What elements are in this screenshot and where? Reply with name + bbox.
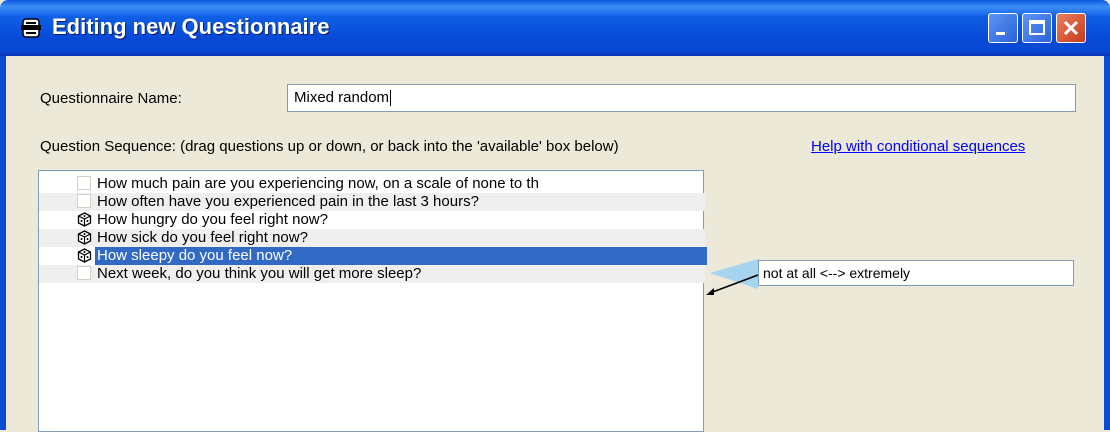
questionnaire-name-value: Mixed random: [294, 89, 390, 106]
question-row-selected[interactable]: How sleepy do you feel now?: [39, 247, 707, 265]
window-title: Editing new Questionnaire: [52, 14, 330, 39]
questionnaire-editor-window: Editing new Questionnaire Questionnaire …: [0, 0, 1110, 432]
question-row[interactable]: Next week, do you think you will get mor…: [39, 265, 705, 283]
question-text: How often have you experienced pain in t…: [97, 193, 479, 210]
question-sequence-list[interactable]: How much pain are you experiencing now, …: [38, 170, 707, 432]
close-icon: [1063, 20, 1079, 36]
answer-connector-arrow: [706, 259, 759, 295]
random-cube-icon: [77, 230, 92, 245]
question-row[interactable]: How hungry do you feel right now?: [39, 211, 705, 229]
questionnaire-name-input[interactable]: Mixed random: [287, 84, 1076, 112]
maximize-button[interactable]: [1022, 13, 1052, 43]
question-row[interactable]: How often have you experienced pain in t…: [39, 193, 705, 211]
maximize-icon: [1029, 20, 1045, 35]
text-cursor: [390, 90, 392, 107]
help-conditional-sequences-link[interactable]: Help with conditional sequences: [811, 138, 1025, 155]
question-sequence-label: Question Sequence: (drag questions up or…: [40, 138, 619, 155]
question-text: How much pain are you experiencing now, …: [97, 175, 539, 192]
title-bar[interactable]: Editing new Questionnaire: [0, 0, 1110, 56]
app-icon: [21, 18, 41, 38]
question-row[interactable]: How much pain are you experiencing now, …: [39, 175, 705, 193]
question-text: How sleepy do you feel now?: [97, 247, 293, 264]
question-checkbox[interactable]: [77, 194, 91, 208]
question-row[interactable]: How sick do you feel right now?: [39, 229, 705, 247]
answer-scale-field[interactable]: not at all <--> extremely: [758, 260, 1074, 286]
random-cube-icon: [77, 212, 92, 227]
questionnaire-name-label: Questionnaire Name:: [40, 90, 182, 107]
close-button[interactable]: [1056, 13, 1086, 43]
random-cube-icon: [77, 248, 92, 263]
window-frame-right: [1104, 56, 1110, 430]
window-frame-left: [0, 56, 6, 430]
minimize-icon: [996, 32, 1005, 35]
minimize-button[interactable]: [988, 13, 1018, 43]
question-checkbox[interactable]: [77, 266, 91, 280]
question-text: Next week, do you think you will get mor…: [97, 265, 422, 282]
question-text: How hungry do you feel right now?: [97, 211, 328, 228]
question-checkbox[interactable]: [77, 176, 91, 190]
question-text: How sick do you feel right now?: [97, 229, 308, 246]
